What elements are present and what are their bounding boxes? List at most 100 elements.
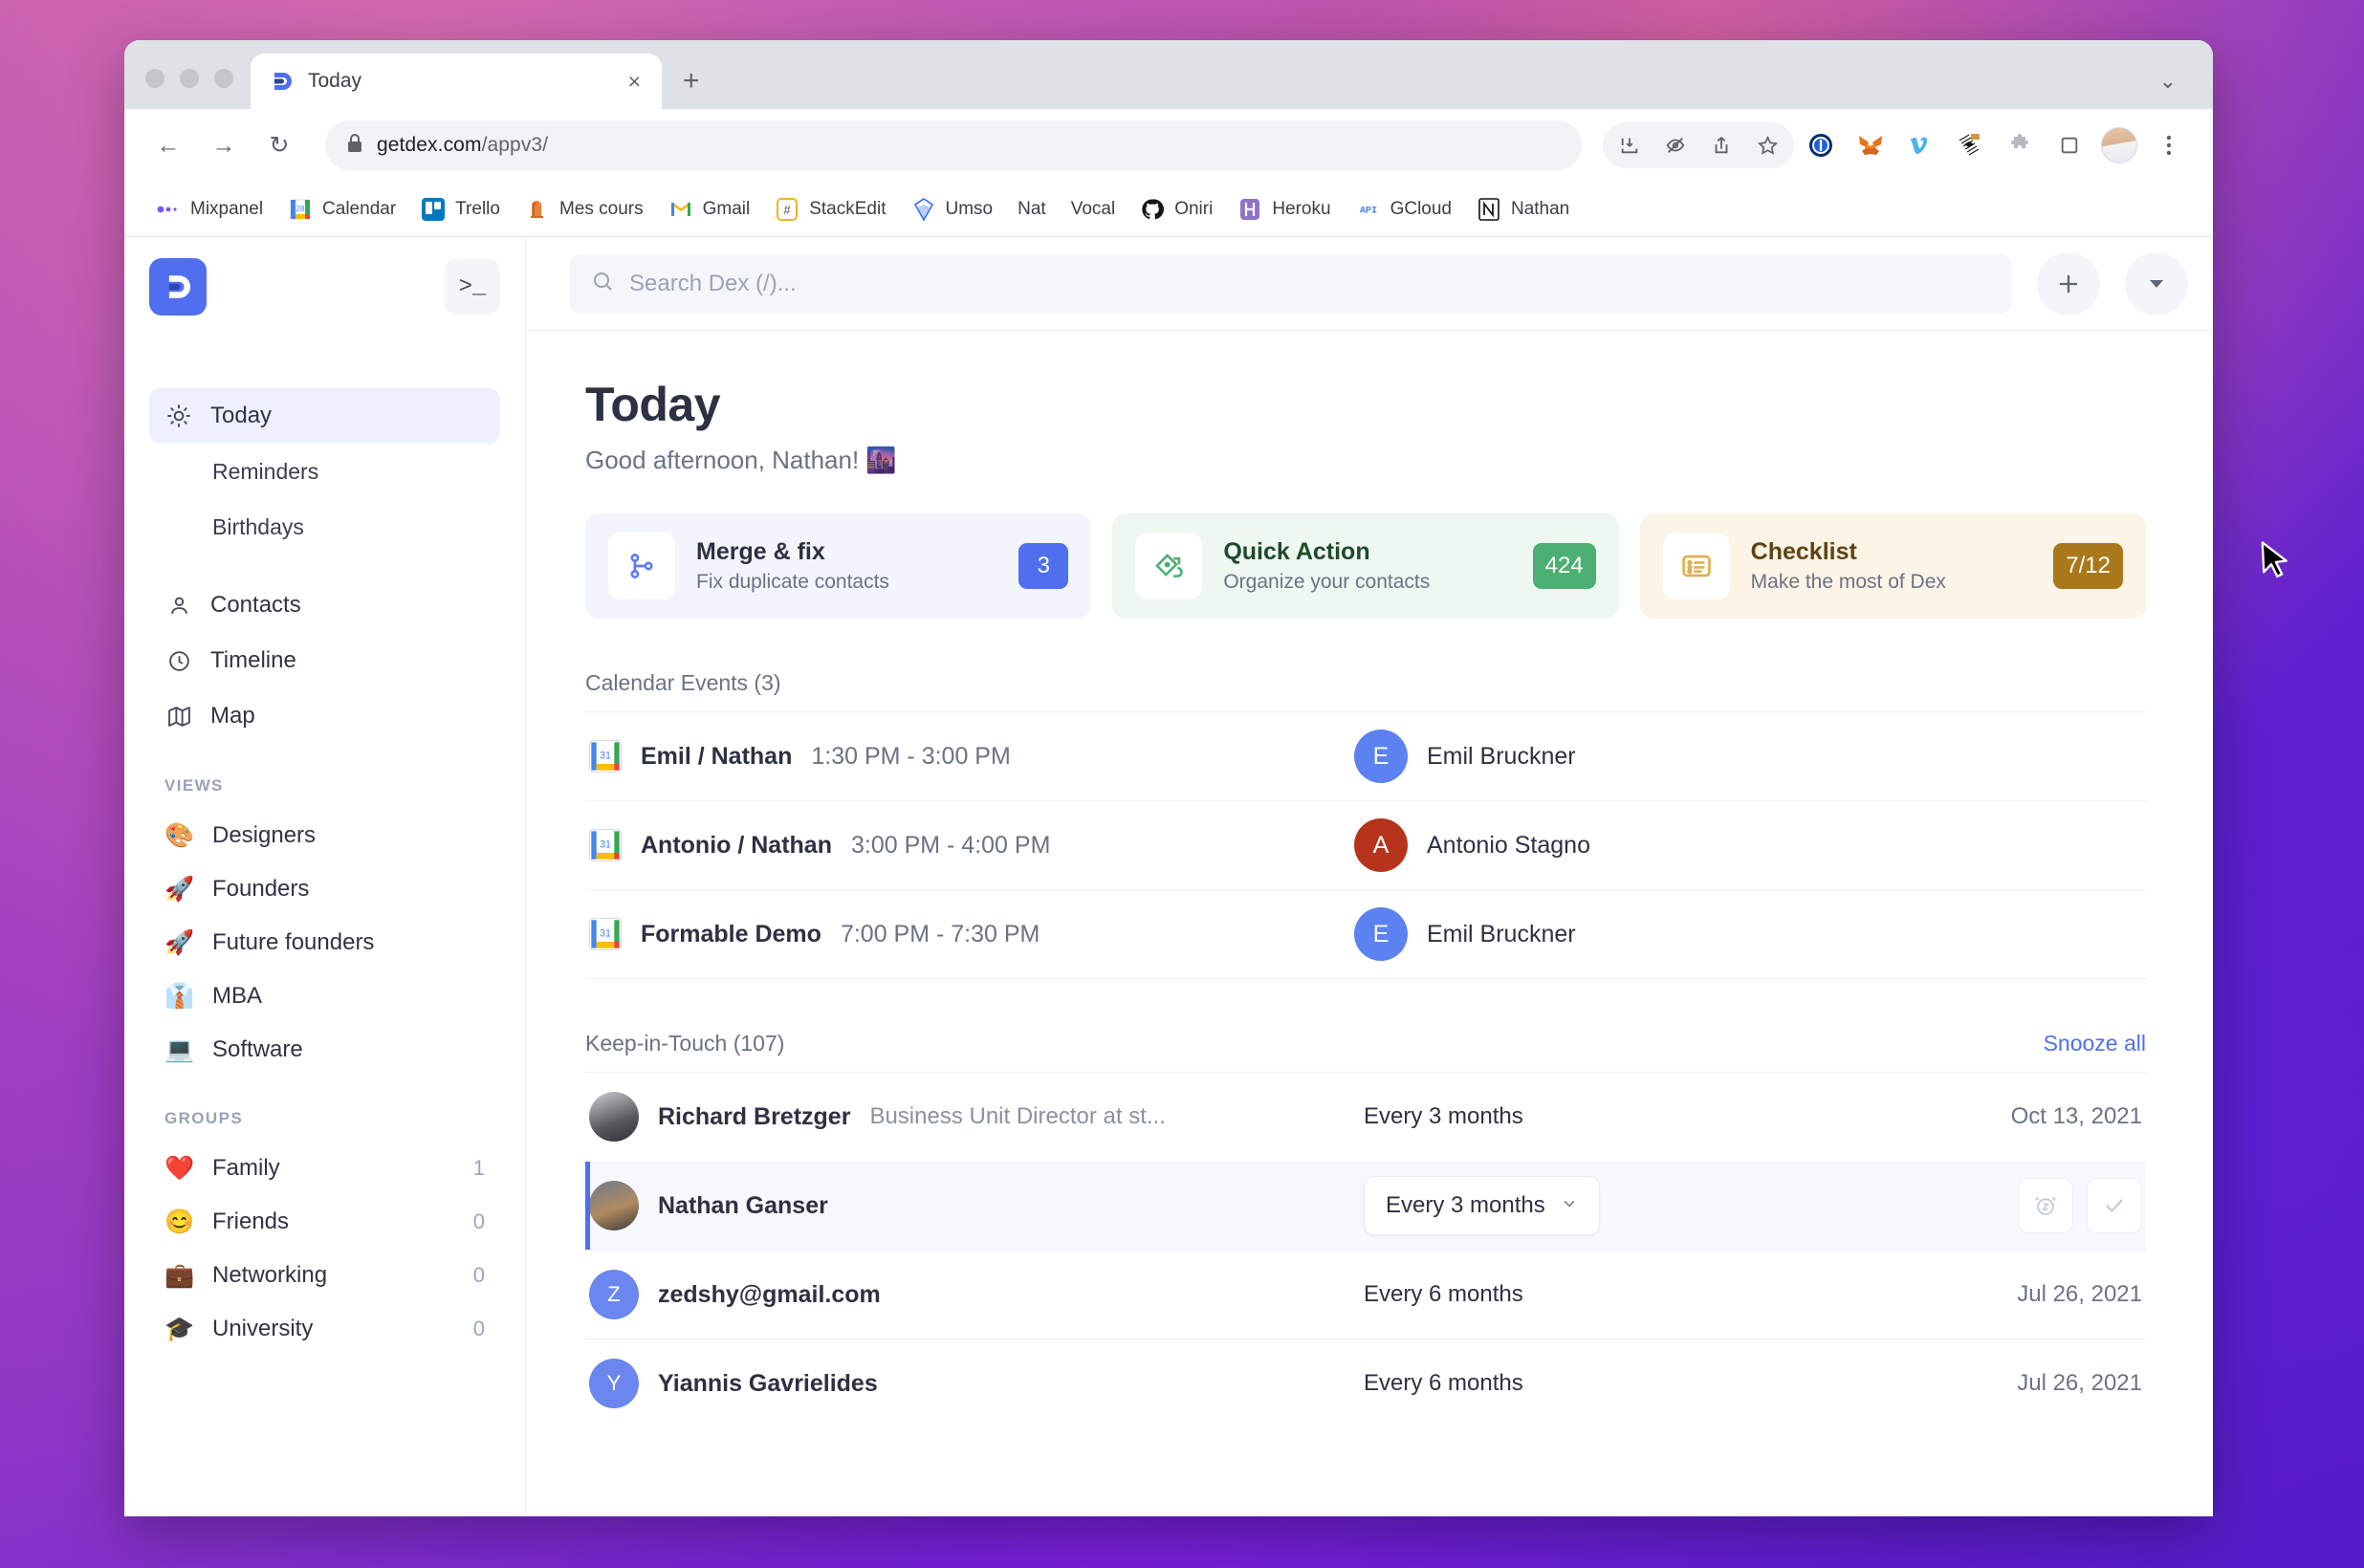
sidebar-view-mba[interactable]: 👔 MBA bbox=[149, 969, 500, 1023]
sidebar-view-designers[interactable]: 🎨 Designers bbox=[149, 809, 500, 862]
chevron-down-icon[interactable]: ⌄ bbox=[2159, 69, 2177, 94]
attendee-name: Antonio Stagno bbox=[1427, 831, 1590, 859]
event-attendee[interactable]: A Antonio Stagno bbox=[1354, 818, 1590, 872]
group-count: 0 bbox=[472, 1317, 485, 1340]
bookmark-nathan[interactable]: Nathan bbox=[1464, 191, 1582, 228]
extensions-puzzle-icon[interactable] bbox=[1997, 122, 2043, 168]
bookmark-mes-cours[interactable]: Mes cours bbox=[513, 191, 656, 228]
sidebar-item-contacts[interactable]: Contacts bbox=[149, 577, 500, 633]
calendar-event-row[interactable]: 31 Formable Demo 7:00 PM - 7:30 PM E Emi… bbox=[585, 889, 2146, 978]
avatar bbox=[589, 1181, 639, 1230]
forward-icon[interactable]: → bbox=[199, 120, 249, 170]
calendar-event-row[interactable]: 31 Emil / Nathan 1:30 PM - 3:00 PM E Emi… bbox=[585, 711, 2146, 800]
browser-tab-today[interactable]: Today × bbox=[251, 54, 662, 109]
vimeo-extension-icon[interactable] bbox=[1897, 122, 1943, 168]
calendar-event-row[interactable]: 31 Antonio / Nathan 3:00 PM - 4:00 PM A … bbox=[585, 800, 2146, 889]
sidebar-item-birthdays[interactable]: Birthdays bbox=[149, 499, 500, 555]
contact-info: Y Yiannis Gavrielides bbox=[589, 1359, 1364, 1408]
address-bar[interactable]: getdex.com/appv3/ bbox=[325, 120, 1582, 170]
bookmark-calendar[interactable]: 28 Calendar bbox=[275, 191, 408, 228]
close-icon[interactable]: × bbox=[624, 67, 645, 97]
bookmark-vocal[interactable]: Vocal bbox=[1059, 193, 1127, 226]
tab-title: Today bbox=[308, 70, 362, 92]
sidebar-group-label: Family bbox=[212, 1155, 280, 1181]
alarm-snooze-icon[interactable] bbox=[2018, 1178, 2073, 1233]
bookmark-label: Nat bbox=[1018, 198, 1046, 219]
bookmark-stackedit[interactable]: # StackEdit bbox=[762, 191, 898, 228]
chrome-menu-icon[interactable] bbox=[2146, 122, 2192, 168]
url-text: getdex.com/appv3/ bbox=[377, 134, 549, 156]
group-count: 0 bbox=[472, 1209, 485, 1233]
sidebar-group-family[interactable]: ❤️ Family 1 bbox=[149, 1142, 500, 1195]
share-icon[interactable] bbox=[1698, 122, 1744, 168]
side-panel-icon[interactable] bbox=[2047, 122, 2092, 168]
hide-password-icon[interactable] bbox=[1653, 122, 1698, 168]
sidebar-header: >_ bbox=[149, 258, 500, 316]
mixpanel-icon bbox=[156, 197, 181, 222]
keep-in-touch-row[interactable]: Nathan Ganser Every 3 months bbox=[585, 1161, 2146, 1250]
profile-avatar[interactable] bbox=[2096, 122, 2142, 168]
sidebar-item-reminders[interactable]: Reminders bbox=[149, 444, 500, 499]
keep-in-touch-row[interactable]: Z zedshy@gmail.com Every 6 months Jul 26… bbox=[585, 1250, 2146, 1339]
bookmark-label: Oniri bbox=[1174, 198, 1214, 219]
search-input[interactable]: Search Dex (/)... bbox=[570, 253, 2012, 314]
new-tab-button[interactable]: + bbox=[683, 67, 700, 109]
attendee-name: Emil Bruckner bbox=[1427, 920, 1576, 947]
dropdown-button[interactable] bbox=[2125, 251, 2188, 316]
contact-last-date: Oct 13, 2021 bbox=[2010, 1103, 2142, 1129]
scribd-extension-icon[interactable] bbox=[1947, 122, 1993, 168]
sidebar-group-friends[interactable]: 😊 Friends 0 bbox=[149, 1195, 500, 1249]
laptop-icon: 💻 bbox=[164, 1035, 195, 1063]
contact-info: Z zedshy@gmail.com bbox=[589, 1270, 1364, 1319]
sidebar-view-founders[interactable]: 🚀 Founders bbox=[149, 862, 500, 916]
graduation-cap-icon: 🎓 bbox=[164, 1315, 195, 1342]
maximize-window-button[interactable] bbox=[214, 69, 233, 88]
dex-logo-icon[interactable] bbox=[149, 258, 207, 316]
notion-icon bbox=[1477, 197, 1501, 222]
sidebar-view-software[interactable]: 💻 Software bbox=[149, 1023, 500, 1077]
bookmark-star-icon[interactable] bbox=[1744, 122, 1790, 168]
sidebar-item-timeline[interactable]: Timeline bbox=[149, 633, 500, 688]
group-count: 0 bbox=[472, 1263, 485, 1287]
reload-icon[interactable]: ↻ bbox=[254, 120, 304, 170]
google-calendar-icon: 28 bbox=[288, 197, 313, 222]
map-icon bbox=[164, 705, 193, 729]
keep-in-touch-row[interactable]: Richard Bretzger Business Unit Director … bbox=[585, 1072, 2146, 1161]
sidebar-item-map[interactable]: Map bbox=[149, 688, 500, 744]
bookmark-umso[interactable]: Umso bbox=[899, 191, 1006, 228]
event-attendee[interactable]: E Emil Bruckner bbox=[1354, 730, 1576, 783]
card-merge-and-fix[interactable]: Merge & fix Fix duplicate contacts 3 bbox=[585, 513, 1092, 619]
bookmark-label: Vocal bbox=[1070, 198, 1116, 219]
1password-extension-icon[interactable] bbox=[1798, 122, 1844, 168]
frequency-select[interactable]: Every 3 months bbox=[1364, 1176, 1600, 1235]
window-traffic-lights[interactable] bbox=[145, 69, 233, 109]
bookmark-gmail[interactable]: Gmail bbox=[656, 191, 763, 228]
snooze-all-link[interactable]: Snooze all bbox=[2044, 1031, 2146, 1056]
sidebar-item-today[interactable]: Today bbox=[149, 388, 500, 444]
merge-icon bbox=[608, 533, 675, 599]
keep-in-touch-row[interactable]: Y Yiannis Gavrielides Every 6 months Jul… bbox=[585, 1339, 2146, 1427]
sidebar-view-future-founders[interactable]: 🚀 Future founders bbox=[149, 916, 500, 969]
command-palette-button[interactable]: >_ bbox=[445, 259, 500, 315]
bookmark-mixpanel[interactable]: Mixpanel bbox=[143, 191, 275, 228]
bookmark-nat[interactable]: Nat bbox=[1005, 193, 1059, 226]
sidebar-item-label: Timeline bbox=[210, 647, 296, 673]
check-icon[interactable] bbox=[2087, 1178, 2142, 1233]
minimize-window-button[interactable] bbox=[180, 69, 199, 88]
bookmark-heroku[interactable]: Heroku bbox=[1225, 191, 1343, 228]
sidebar-group-networking[interactable]: 💼 Networking 0 bbox=[149, 1249, 500, 1302]
section-title: Calendar Events (3) bbox=[585, 670, 781, 695]
groups-section-header: GROUPS bbox=[164, 1109, 244, 1127]
add-button[interactable] bbox=[2037, 251, 2100, 316]
bookmark-oniri[interactable]: Oniri bbox=[1127, 191, 1225, 228]
back-icon[interactable]: ← bbox=[143, 120, 193, 170]
install-app-icon[interactable] bbox=[1607, 122, 1653, 168]
card-checklist[interactable]: Checklist Make the most of Dex 7/12 bbox=[1639, 513, 2146, 619]
event-attendee[interactable]: E Emil Bruckner bbox=[1354, 907, 1576, 961]
close-window-button[interactable] bbox=[145, 69, 164, 88]
bookmark-gcloud[interactable]: API GCloud bbox=[1344, 191, 1464, 228]
card-quick-action[interactable]: Quick Action Organize your contacts 424 bbox=[1112, 513, 1619, 619]
rocket-icon: 🚀 bbox=[164, 928, 195, 956]
bookmark-trello[interactable]: Trello bbox=[408, 191, 513, 228]
sidebar-group-university[interactable]: 🎓 University 0 bbox=[149, 1302, 500, 1356]
